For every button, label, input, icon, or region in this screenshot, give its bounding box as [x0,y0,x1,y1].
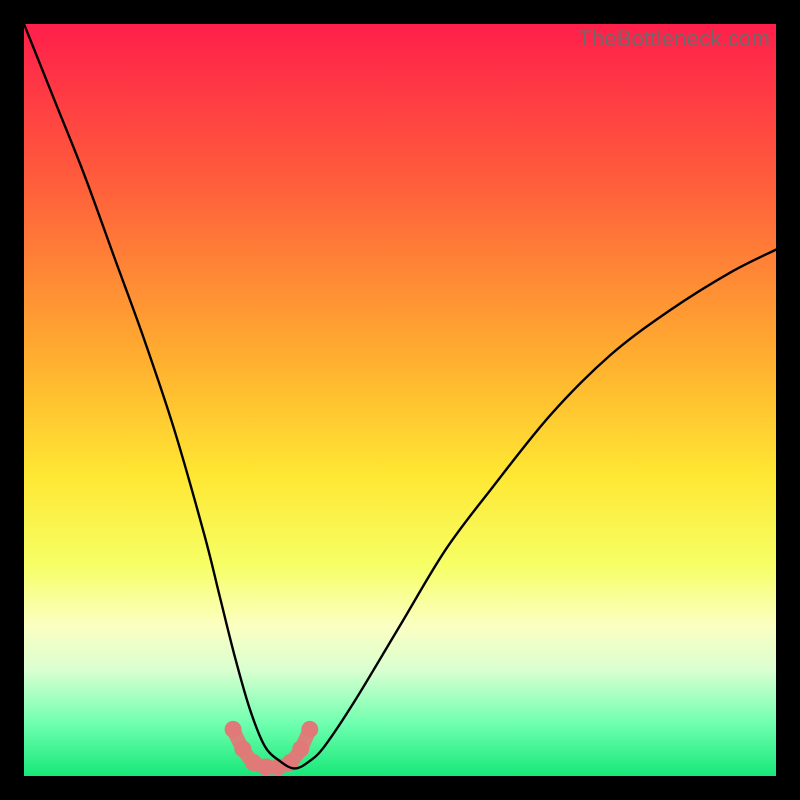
gradient-background [24,24,776,776]
watermark-text: TheBottleneck.com [578,26,770,52]
plot-area [24,24,776,776]
trough-marker [225,721,242,738]
trough-marker [301,721,318,738]
trough-marker [234,740,251,757]
chart-frame: TheBottleneck.com [24,24,776,776]
trough-marker [292,740,309,757]
